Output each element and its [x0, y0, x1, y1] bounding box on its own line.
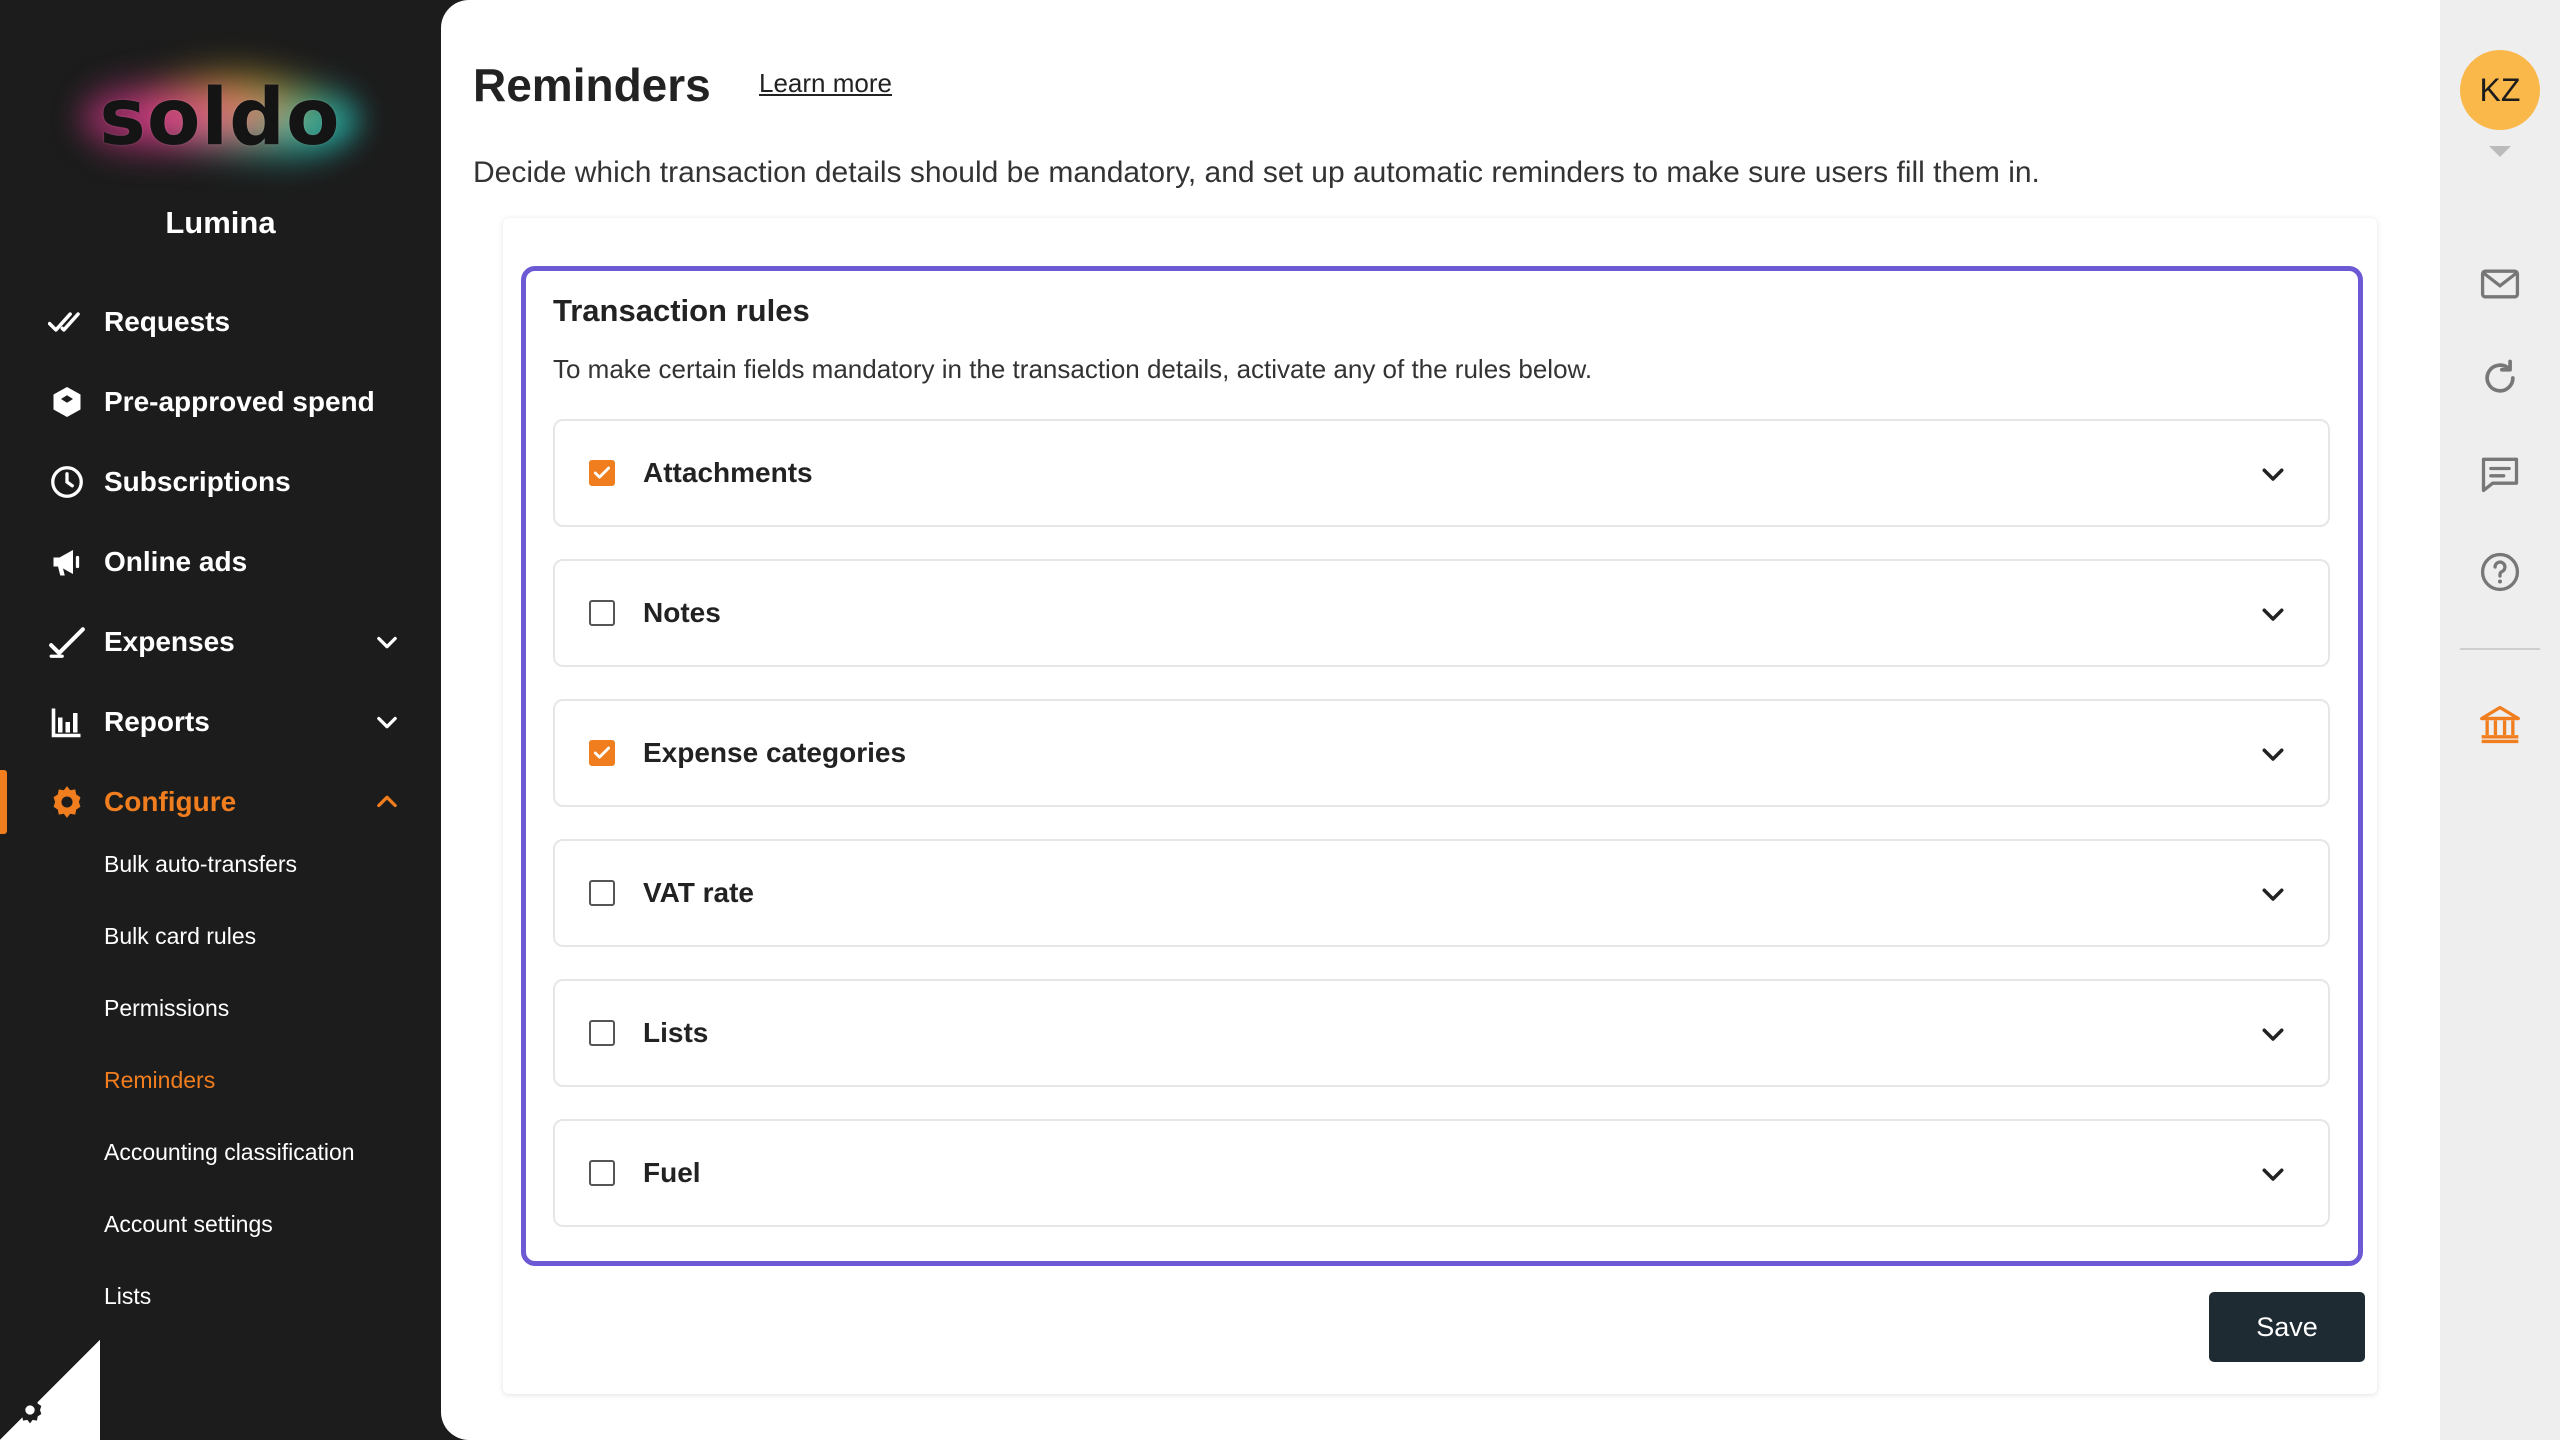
clock-icon — [48, 463, 86, 501]
attachments-checkbox[interactable] — [589, 460, 615, 486]
nav-label: Expenses — [104, 626, 235, 657]
nav-item-reports[interactable]: Reports — [0, 682, 441, 762]
rule-attachments[interactable]: Attachments — [553, 419, 2330, 527]
rule-notes[interactable]: Notes — [553, 559, 2330, 667]
nav-item-expenses[interactable]: Expenses — [0, 602, 441, 682]
main-nav: Requests Pre-approved spend Subscription… — [0, 282, 441, 842]
caret-down-icon[interactable] — [2489, 146, 2511, 157]
megaphone-icon — [48, 543, 86, 581]
section-description: To make certain fields mandatory in the … — [553, 354, 1593, 384]
expense-categories-checkbox[interactable] — [589, 740, 615, 766]
nav-label: Requests — [104, 306, 231, 337]
company-name: Lumina — [165, 205, 276, 240]
bar-chart-icon — [48, 703, 86, 741]
save-button[interactable]: Save — [2209, 1292, 2365, 1362]
rule-lists[interactable]: Lists — [553, 979, 2330, 1087]
check-icon — [48, 623, 86, 661]
nav-item-subscriptions[interactable]: Subscriptions — [0, 442, 441, 522]
rule-label: Notes — [643, 597, 721, 628]
nav-item-requests[interactable]: Requests — [0, 282, 441, 362]
rule-vat-rate[interactable]: VAT rate — [553, 839, 2330, 947]
checkmark-icon — [593, 466, 611, 479]
sub-item-bulk-auto-transfers[interactable]: Bulk auto-transfers — [0, 828, 441, 900]
page-title: Reminders — [473, 59, 711, 111]
chevron-down-icon[interactable] — [2258, 599, 2288, 629]
nav-item-online-ads[interactable]: Online ads — [0, 522, 441, 602]
help-icon[interactable] — [2478, 550, 2522, 594]
rule-label: Lists — [643, 1017, 709, 1048]
rule-expense-categories[interactable]: Expense categories — [553, 699, 2330, 807]
nav-label: Pre-approved spend — [104, 386, 375, 417]
rule-label: Expense categories — [643, 737, 907, 768]
rule-label: Attachments — [643, 457, 813, 488]
lists-checkbox[interactable] — [589, 1020, 615, 1046]
sub-item-account-settings[interactable]: Account settings — [0, 1188, 441, 1260]
hexagon-icon — [48, 383, 86, 421]
fuel-checkbox[interactable] — [589, 1160, 615, 1186]
chevron-down-icon[interactable] — [2258, 739, 2288, 769]
soldo-logo[interactable]: soldo — [60, 48, 380, 188]
mail-icon[interactable] — [2478, 262, 2522, 306]
sub-item-lists[interactable]: Lists — [0, 1260, 441, 1332]
page-description: Decide which transaction details should … — [473, 156, 2040, 189]
chevron-down-icon — [377, 716, 397, 729]
rule-fuel[interactable]: Fuel — [553, 1119, 2330, 1227]
sidebar: soldo Lumina Requests Pre-approved spend… — [0, 0, 441, 1440]
rule-label: VAT rate — [643, 877, 754, 908]
sub-item-bulk-card-rules[interactable]: Bulk card rules — [0, 900, 441, 972]
notes-checkbox[interactable] — [589, 600, 615, 626]
double-check-icon — [48, 303, 86, 341]
logo-text: soldo — [99, 73, 341, 163]
nav-label: Reports — [104, 706, 210, 737]
nav-label: Configure — [104, 786, 237, 817]
nav-label: Subscriptions — [104, 466, 291, 497]
sub-item-accounting-classification[interactable]: Accounting classification — [0, 1116, 441, 1188]
vat-rate-checkbox[interactable] — [589, 880, 615, 906]
rules-card: Transaction rules To make certain fields… — [503, 218, 2377, 1394]
avatar[interactable]: KZ — [2460, 50, 2540, 130]
right-rail: KZ — [2440, 0, 2560, 1440]
rail-divider — [2460, 648, 2540, 650]
rule-label: Fuel — [643, 1157, 701, 1188]
configure-subnav: Bulk auto-transfers Bulk card rules Perm… — [0, 828, 441, 1332]
checkmark-icon — [593, 746, 611, 759]
transaction-rules-section: Transaction rules To make certain fields… — [521, 266, 2363, 1266]
sub-item-permissions[interactable]: Permissions — [0, 972, 441, 1044]
chevron-down-icon[interactable] — [2258, 879, 2288, 909]
chevron-up-icon — [377, 795, 397, 808]
sub-item-reminders[interactable]: Reminders — [0, 1044, 441, 1116]
chevron-down-icon[interactable] — [2258, 459, 2288, 489]
nav-item-pre-approved-spend[interactable]: Pre-approved spend — [0, 362, 441, 442]
gear-icon — [48, 783, 86, 821]
bank-icon[interactable] — [2478, 702, 2522, 746]
refresh-icon[interactable] — [2478, 356, 2522, 400]
chevron-down-icon[interactable] — [2258, 1019, 2288, 1049]
learn-more-link[interactable]: Learn more — [759, 68, 892, 99]
nav-label: Online ads — [104, 546, 248, 577]
section-title: Transaction rules — [553, 293, 810, 328]
main-content: Reminders Learn more Decide which transa… — [441, 0, 2440, 1440]
chat-icon[interactable] — [2478, 452, 2522, 496]
settings-gear-icon[interactable] — [14, 1394, 46, 1426]
chevron-down-icon — [377, 636, 397, 649]
chevron-down-icon[interactable] — [2258, 1159, 2288, 1189]
